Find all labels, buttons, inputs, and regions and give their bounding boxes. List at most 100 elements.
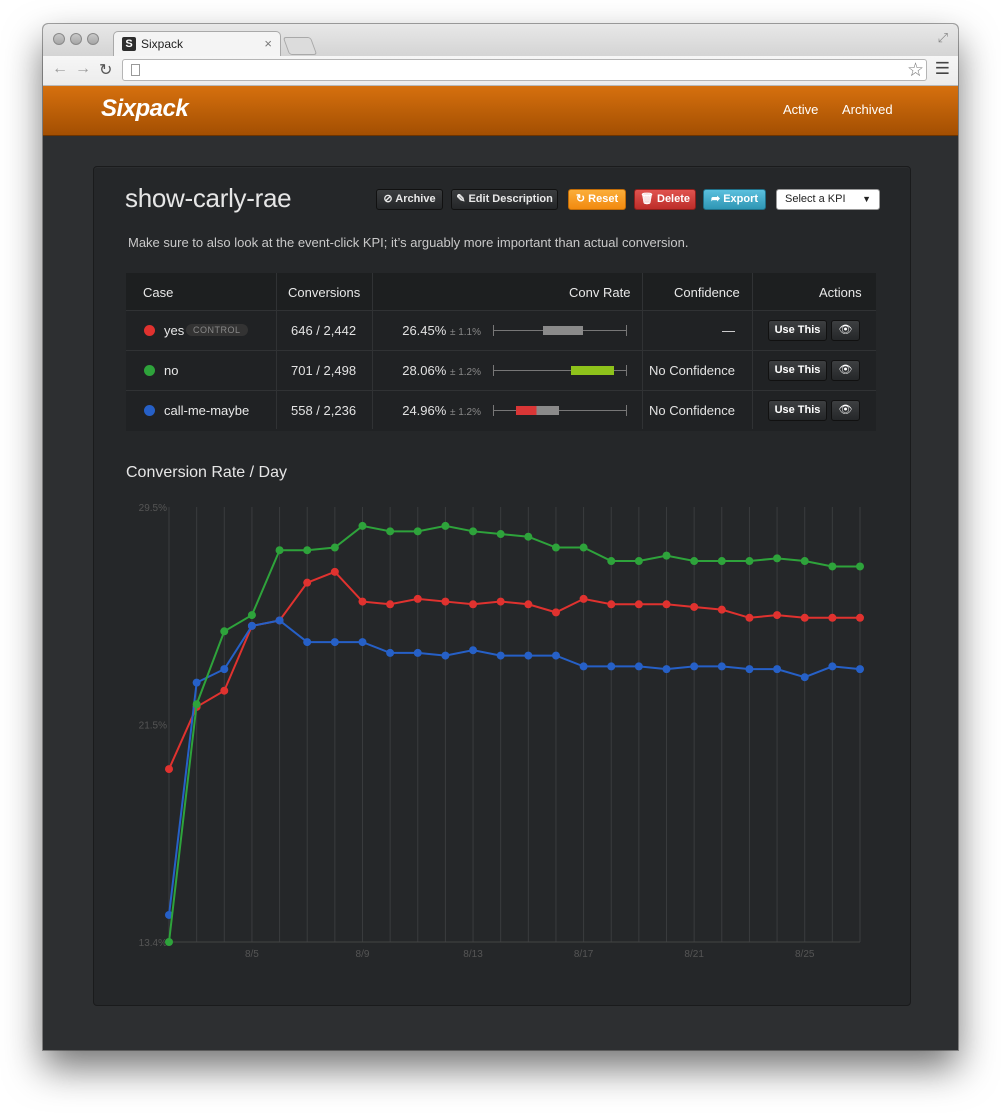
- series-line-yes: [168, 570, 860, 770]
- x-tick-label: 8/9: [356, 949, 370, 960]
- x-tick-label: 8/17: [574, 949, 594, 960]
- zoom-window-button[interactable]: [87, 33, 99, 45]
- data-point-yes: [330, 567, 339, 576]
- conv-rate-value: 28.06%: [402, 363, 447, 378]
- fullscreen-icon[interactable]: ⤢: [938, 30, 948, 46]
- kpi-select[interactable]: Select a KPI ▼: [776, 189, 880, 210]
- series-line-no: [168, 524, 860, 943]
- data-point-call-me-maybe: [551, 651, 560, 660]
- data-point-yes: [524, 600, 533, 609]
- data-point-no: [828, 562, 837, 571]
- conversion-rate-chart: 13.4% 21.5% 29.5% 8/5 8/9 8/13 8/17 8/21 8/25: [139, 503, 864, 960]
- tab-title: Sixpack: [141, 37, 184, 51]
- data-point-call-me-maybe: [800, 673, 809, 682]
- back-icon[interactable]: ←: [52, 60, 68, 78]
- data-point-no: [634, 557, 643, 566]
- star-icon[interactable]: ☆: [907, 59, 924, 82]
- column-divider: [372, 273, 373, 429]
- data-point-no: [773, 554, 782, 563]
- export-button[interactable]: ➦ Export: [703, 189, 766, 210]
- data-point-no: [386, 527, 395, 536]
- data-point-call-me-maybe: [745, 665, 754, 674]
- data-point-no: [800, 557, 809, 566]
- data-point-call-me-maybe: [524, 651, 533, 660]
- forward-icon[interactable]: →: [75, 60, 91, 78]
- close-window-button[interactable]: [53, 33, 65, 45]
- eye-icon[interactable]: 👁: [831, 360, 860, 381]
- data-point-call-me-maybe: [717, 662, 726, 671]
- x-tick-label: 8/5: [245, 949, 259, 960]
- table-header: Case Conversions Conv Rate Confidence Ac…: [126, 273, 876, 310]
- data-point-no: [496, 530, 505, 539]
- data-point-yes: [773, 611, 782, 620]
- browser-toolbar: ← → ↻ ☆ ☰: [43, 56, 958, 86]
- data-point-call-me-maybe: [856, 665, 864, 674]
- use-this-button[interactable]: Use This: [768, 360, 827, 381]
- interval-cap-left: [493, 365, 494, 376]
- case-color-dot: [144, 325, 155, 336]
- data-point-call-me-maybe: [634, 662, 643, 671]
- edit-label: Edit Description: [468, 193, 553, 205]
- archive-label: Archive: [395, 193, 436, 205]
- minimize-window-button[interactable]: [70, 33, 82, 45]
- data-point-no: [275, 546, 284, 555]
- use-this-button[interactable]: Use This: [768, 400, 827, 421]
- table-row: yes CONTROL 646 / 2,442 26.45% ± 1.1% — …: [126, 310, 876, 351]
- data-point-call-me-maybe: [773, 665, 782, 674]
- data-point-no: [192, 700, 201, 709]
- data-point-no: [524, 532, 533, 541]
- data-point-yes: [165, 765, 173, 774]
- data-point-no: [303, 546, 312, 555]
- data-point-call-me-maybe: [607, 662, 616, 671]
- data-point-call-me-maybe: [386, 648, 395, 657]
- data-point-call-me-maybe: [303, 638, 312, 647]
- header-conversions: Conversions: [288, 285, 361, 300]
- data-point-yes: [469, 600, 478, 609]
- data-point-yes: [607, 600, 616, 609]
- data-point-no: [441, 521, 450, 530]
- data-point-yes: [551, 608, 560, 617]
- eye-icon[interactable]: 👁: [831, 320, 860, 341]
- browser-tab[interactable]: S Sixpack ×: [113, 31, 281, 57]
- data-point-yes: [386, 600, 395, 609]
- menu-icon[interactable]: ☰: [935, 59, 950, 79]
- eye-icon[interactable]: 👁: [831, 400, 860, 421]
- close-icon[interactable]: ×: [264, 36, 272, 51]
- data-point-no: [690, 557, 699, 566]
- edit-description-button[interactable]: ✎ Edit Description: [451, 189, 558, 210]
- case-name: call-me-maybe: [164, 403, 250, 418]
- data-point-no: [413, 527, 422, 536]
- reset-button[interactable]: ↻ Reset: [568, 189, 626, 210]
- favicon-icon: S: [122, 37, 136, 51]
- data-point-call-me-maybe: [220, 665, 229, 674]
- browser-window: S Sixpack × ⤢ ← → ↻ ☆ ☰ Sixpack Active A…: [43, 24, 958, 1050]
- reload-icon[interactable]: ↻: [99, 60, 112, 80]
- data-point-call-me-maybe: [413, 648, 422, 657]
- column-divider: [276, 273, 277, 429]
- table-row: call-me-maybe 558 / 2,236 24.96% ± 1.2% …: [126, 390, 876, 431]
- new-tab-button[interactable]: [282, 37, 318, 55]
- archive-button[interactable]: ⊘ Archive: [376, 189, 443, 210]
- column-divider: [752, 273, 753, 429]
- brand-logo[interactable]: Sixpack: [101, 95, 189, 123]
- use-this-button[interactable]: Use This: [768, 320, 827, 341]
- data-point-yes: [828, 613, 837, 622]
- case-name: no: [164, 363, 179, 378]
- conv-rate-margin: ± 1.1%: [449, 327, 481, 338]
- data-point-no: [330, 543, 339, 552]
- nav-active[interactable]: Active: [783, 102, 818, 117]
- x-tick-label: 8/21: [684, 949, 704, 960]
- experiment-description: Make sure to also look at the event-clic…: [128, 235, 689, 250]
- control-badge: CONTROL: [186, 324, 248, 336]
- data-point-yes: [800, 613, 809, 622]
- nav-archived[interactable]: Archived: [842, 102, 893, 117]
- interval-segment: [542, 326, 584, 335]
- delete-button[interactable]: 🗑 Delete: [634, 189, 696, 210]
- conversions-value: 701 / 2,498: [291, 363, 357, 378]
- data-point-yes: [579, 594, 588, 603]
- data-point-call-me-maybe: [828, 662, 837, 671]
- address-bar[interactable]: ☆: [122, 59, 927, 81]
- data-point-yes: [496, 597, 505, 606]
- x-tick-label: 8/25: [795, 949, 815, 960]
- pencil-icon: ✎: [456, 193, 466, 205]
